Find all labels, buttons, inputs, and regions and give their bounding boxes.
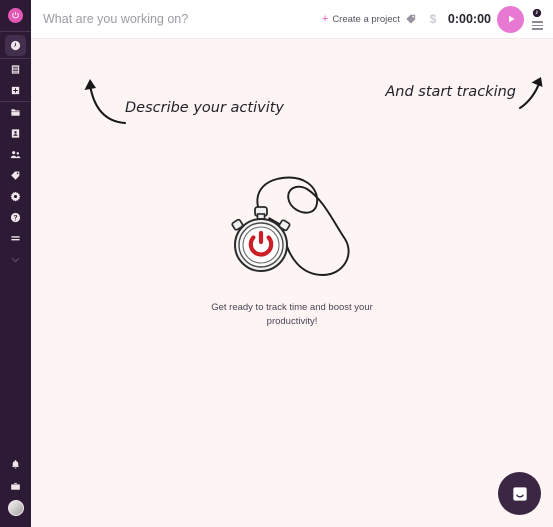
mode-clock-icon[interactable] [532, 8, 542, 18]
add-tag-button[interactable] [400, 4, 422, 34]
sidebar-item-profile[interactable] [0, 497, 31, 519]
empty-state: Get ready to track time and boost your p… [31, 169, 553, 329]
burger-line [531, 21, 543, 23]
avatar [7, 500, 24, 516]
tag-icon [406, 14, 416, 24]
header-right-controls [529, 8, 545, 30]
content-area: + Create a project $ 0:00:00 [31, 0, 553, 527]
sidebar-group-tracker [0, 32, 31, 58]
create-project-button[interactable]: + Create a project [321, 12, 400, 25]
tag-icon [11, 171, 20, 180]
main-panel: Get ready to track time and boost your p… [31, 39, 553, 527]
list-lines-icon [11, 236, 20, 241]
burger-line [531, 24, 543, 27]
sidebar-group-reports [0, 59, 31, 101]
sidebar-item-dashboard[interactable] [0, 80, 31, 101]
billable-toggle[interactable]: $ [422, 4, 444, 34]
burger-line [531, 28, 543, 30]
clock-icon [10, 40, 21, 50]
sidebar-item-workspace[interactable] [0, 475, 31, 497]
empty-state-caption: Get ready to track time and boost your p… [211, 302, 373, 327]
question-circle-icon [10, 212, 21, 223]
sidebar-item-notifications[interactable] [0, 453, 31, 475]
sidebar-bottom-group [0, 453, 31, 527]
sidebar-active-indicator [5, 34, 26, 56]
people-icon [10, 151, 21, 159]
sidebar-item-clients[interactable] [0, 123, 31, 144]
annotation-describe-activity: Describe your activity [81, 75, 284, 130]
chat-widget-button[interactable] [498, 472, 541, 515]
task-description-input[interactable] [43, 4, 322, 34]
timer-display: 0:00:00 [447, 12, 491, 26]
sidebar-item-help[interactable] [0, 207, 31, 228]
stopwatch-crown [254, 206, 268, 220]
stopwatch-with-lanyard-illustration [231, 176, 350, 276]
briefcase-icon [11, 482, 20, 490]
sidebar-item-projects[interactable] [0, 102, 31, 123]
sidebar-item-settings[interactable] [0, 186, 31, 207]
annotation-right-text: And start tracking [385, 84, 516, 100]
sidebar-group-manage [0, 102, 31, 270]
folder-icon [11, 109, 20, 116]
sidebar-item-expand[interactable] [0, 249, 31, 270]
curved-arrow-up-left-icon [84, 79, 127, 125]
annotation-start-tracking: And start tracking [385, 75, 546, 116]
sidebar-item-more[interactable] [0, 228, 31, 249]
dashboard-icon [11, 86, 20, 95]
gear-icon [10, 191, 21, 202]
sidebar-item-tags[interactable] [0, 165, 31, 186]
sidebar [0, 0, 31, 527]
power-circle-icon [8, 8, 23, 23]
hamburger-menu-icon[interactable] [531, 21, 543, 30]
chat-smile-icon [512, 486, 527, 501]
tracker-header: + Create a project $ 0:00:00 [31, 0, 553, 39]
create-project-label: Create a project [332, 13, 400, 25]
start-timer-button[interactable] [497, 5, 524, 33]
document-icon [11, 65, 20, 74]
app-root: + Create a project $ 0:00:00 [0, 0, 553, 527]
app-logo[interactable] [0, 0, 31, 31]
play-icon [508, 15, 514, 23]
contact-card-icon [11, 129, 20, 138]
sidebar-item-team[interactable] [0, 144, 31, 165]
sidebar-item-time-tracker[interactable] [0, 32, 31, 58]
plus-icon: + [321, 12, 329, 25]
sidebar-item-reports[interactable] [0, 59, 31, 80]
bell-icon [11, 459, 20, 469]
chevron-down-icon [11, 257, 20, 263]
annotation-left-text: Describe your activity [125, 100, 284, 116]
arrow-up-right-icon [518, 77, 543, 110]
